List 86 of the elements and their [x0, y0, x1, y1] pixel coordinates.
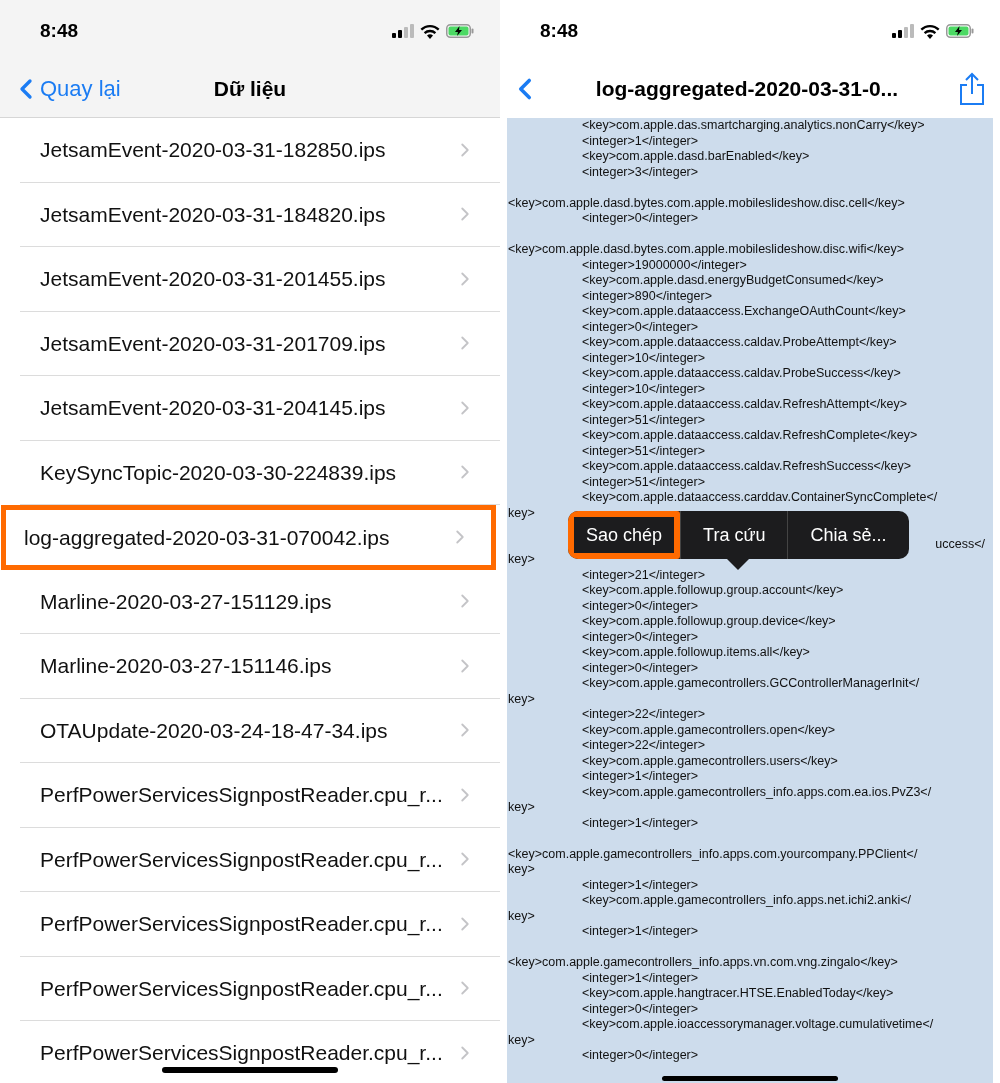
status-time: 8:48	[40, 18, 79, 43]
code-line: <integer>0</integer>	[582, 598, 699, 614]
code-line: <key>com.apple.dataaccess.carddav.ContainerSyncComplete</	[582, 490, 938, 506]
file-name: Marline-2020-03-27-151146.ips	[40, 653, 332, 679]
code-line: <integer>1</integer>	[582, 133, 699, 149]
code-line: <integer>890</integer>	[582, 288, 712, 304]
wifi-icon	[920, 23, 940, 39]
code-line: <integer>0</integer>	[582, 319, 699, 335]
code-line: <key>com.apple.dataaccess.caldav.RefreshSuccess</key>	[582, 459, 912, 475]
code-line: <integer>0</integer>	[582, 1001, 699, 1017]
code-line: <integer>1</integer>	[582, 769, 699, 785]
code-line: <integer>0</integer>	[582, 629, 699, 645]
code-line: <integer>22</integer>	[582, 738, 706, 754]
file-name: PerfPowerServicesSignpostReader.cpu_r...	[40, 782, 443, 809]
code-line: <key>com.apple.hangtracer.HTSE.EnabledToday</key>	[582, 986, 894, 1002]
code-line: <integer>22</integer>	[582, 707, 706, 723]
code-line: <key>com.apple.dasd.barEnabled</key>	[582, 149, 810, 165]
code-line: key>	[508, 800, 535, 816]
code-line: <key>com.apple.dataaccess.caldav.ProbeSuccess</key>	[582, 366, 901, 382]
code-line: <integer>0</integer>	[582, 1048, 699, 1064]
code-line: <key>com.apple.gamecontrollers.open</key>	[582, 722, 835, 738]
menu-item[interactable]: Chia sẻ...	[787, 511, 909, 559]
code-line: key>	[508, 1032, 535, 1048]
code-line: key>	[508, 862, 535, 878]
code-line: <key>com.apple.dataaccess.caldav.RefreshComplete</key>	[582, 428, 918, 444]
code-line: <integer>3</integer>	[582, 164, 699, 180]
code-line: <key>com.apple.dasd.bytes.com.apple.mobileslideshow.disc.wifi</key>	[508, 242, 905, 258]
code-line: <key>com.apple.dasd.bytes.com.apple.mobileslideshow.disc.cell</key>	[508, 195, 905, 211]
code-line: key>	[508, 908, 535, 924]
code-line: <integer>21</integer>	[582, 567, 706, 583]
file-name: Marline-2020-03-27-151129.ips	[40, 588, 332, 615]
code-line: <key>com.apple.gamecontrollers.users</key>	[582, 753, 838, 769]
file-name: PerfPowerServicesSignpostReader.cpu_r...	[40, 846, 443, 874]
status-time: 8:48	[540, 18, 579, 43]
battery-charging-icon	[946, 24, 974, 38]
code-line: <key>com.apple.dataaccess.ExchangeOAuthCount</key>	[582, 304, 906, 320]
code-line: <key>com.apple.gamecontrollers_info.apps.com.yourcompany.PPClient</	[508, 846, 918, 862]
nav-title: Dữ liệu	[213, 75, 287, 102]
file-name: JetsamEvent-2020-03-31-204145.ips	[40, 395, 386, 421]
file-name: JetsamEvent-2020-03-31-201709.ips	[40, 330, 386, 357]
code-line: <key>com.apple.dasd.energyBudgetConsumed</key>	[582, 273, 884, 289]
file-name: PerfPowerServicesSignpostReader.cpu_r...	[40, 975, 443, 1003]
code-line: <key>com.apple.followup.group.account</key>	[582, 583, 844, 599]
code-line: <integer>51</integer>	[582, 412, 706, 428]
file-row[interactable]: log-aggregated-2020-03-31-070042.ips	[1, 505, 496, 570]
signal-icon	[392, 24, 414, 38]
file-name: log-aggregated-2020-03-31-070042.ips	[24, 524, 390, 551]
code-line: key>	[508, 691, 535, 707]
code-line: <key>com.apple.das.smartcharging.analytics.nonCarry</key>	[582, 118, 925, 134]
code-line: <key>com.apple.ioaccessorymanager.voltage.cumulativetime</	[582, 1017, 934, 1033]
wifi-icon	[420, 23, 440, 39]
share-icon	[958, 72, 986, 106]
code-line: <integer>0</integer>	[582, 211, 699, 227]
file-name: PerfPowerServicesSignpostReader.cpu_r...	[40, 911, 443, 938]
code-line: <integer>0</integer>	[582, 660, 699, 676]
code-line: <integer>1</integer>	[582, 924, 699, 940]
file-name: PerfPowerServicesSignpostReader.cpu_r...	[40, 1040, 443, 1067]
file-name: OTAUpdate-2020-03-24-18-47-34.ips	[40, 717, 388, 744]
back-button[interactable]: Quay lại	[10, 72, 121, 105]
code-line: <key>com.apple.gamecontrollers_info.apps.com.ea.ios.PvZ3</	[582, 784, 932, 800]
code-line: <integer>51</integer>	[582, 474, 706, 490]
menu-item[interactable]: Sao chép	[568, 511, 681, 559]
nav-title: log-aggregated-2020-03-31-0...	[595, 76, 899, 103]
battery-charging-icon	[446, 24, 474, 38]
code-line: <key>com.apple.gamecontrollers_info.apps.vn.com.vng.zingalo</key>	[508, 955, 898, 971]
file-name: JetsamEvent-2020-03-31-201455.ips	[40, 266, 386, 292]
code-line: <key>com.apple.gamecontrollers.GCControllerManagerInit</	[582, 676, 920, 692]
code-line: <integer>1</integer>	[582, 877, 699, 893]
code-line: <key>com.apple.followup.group.device</key>	[582, 614, 836, 630]
file-name: JetsamEvent-2020-03-31-184820.ips	[40, 201, 386, 228]
signal-icon	[892, 24, 914, 38]
code-line: <integer>19000000</integer>	[582, 257, 747, 273]
code-line: key>	[508, 552, 535, 568]
code-line: <key>com.apple.gamecontrollers_info.apps.net.ichi2.anki</	[582, 893, 912, 909]
code-line: <integer>1</integer>	[582, 815, 699, 831]
code-line: <integer>51</integer>	[582, 443, 706, 459]
code-line: <key>com.apple.dataaccess.caldav.ProbeAttempt</key>	[582, 335, 897, 351]
code-line: uccess</	[935, 536, 985, 552]
code-line: <integer>1</integer>	[582, 970, 699, 986]
code-line: <integer>10</integer>	[582, 381, 706, 397]
file-name: KeySyncTopic-2020-03-30-224839.ips	[40, 459, 397, 486]
code-line: <key>com.apple.followup.items.all</key>	[582, 645, 810, 661]
code-line: key>	[508, 505, 535, 521]
code-line: <key>com.apple.dataaccess.caldav.RefreshAttempt</key>	[582, 397, 907, 413]
file-name: JetsamEvent-2020-03-31-182850.ips	[40, 137, 386, 163]
code-line: <integer>10</integer>	[582, 350, 706, 366]
